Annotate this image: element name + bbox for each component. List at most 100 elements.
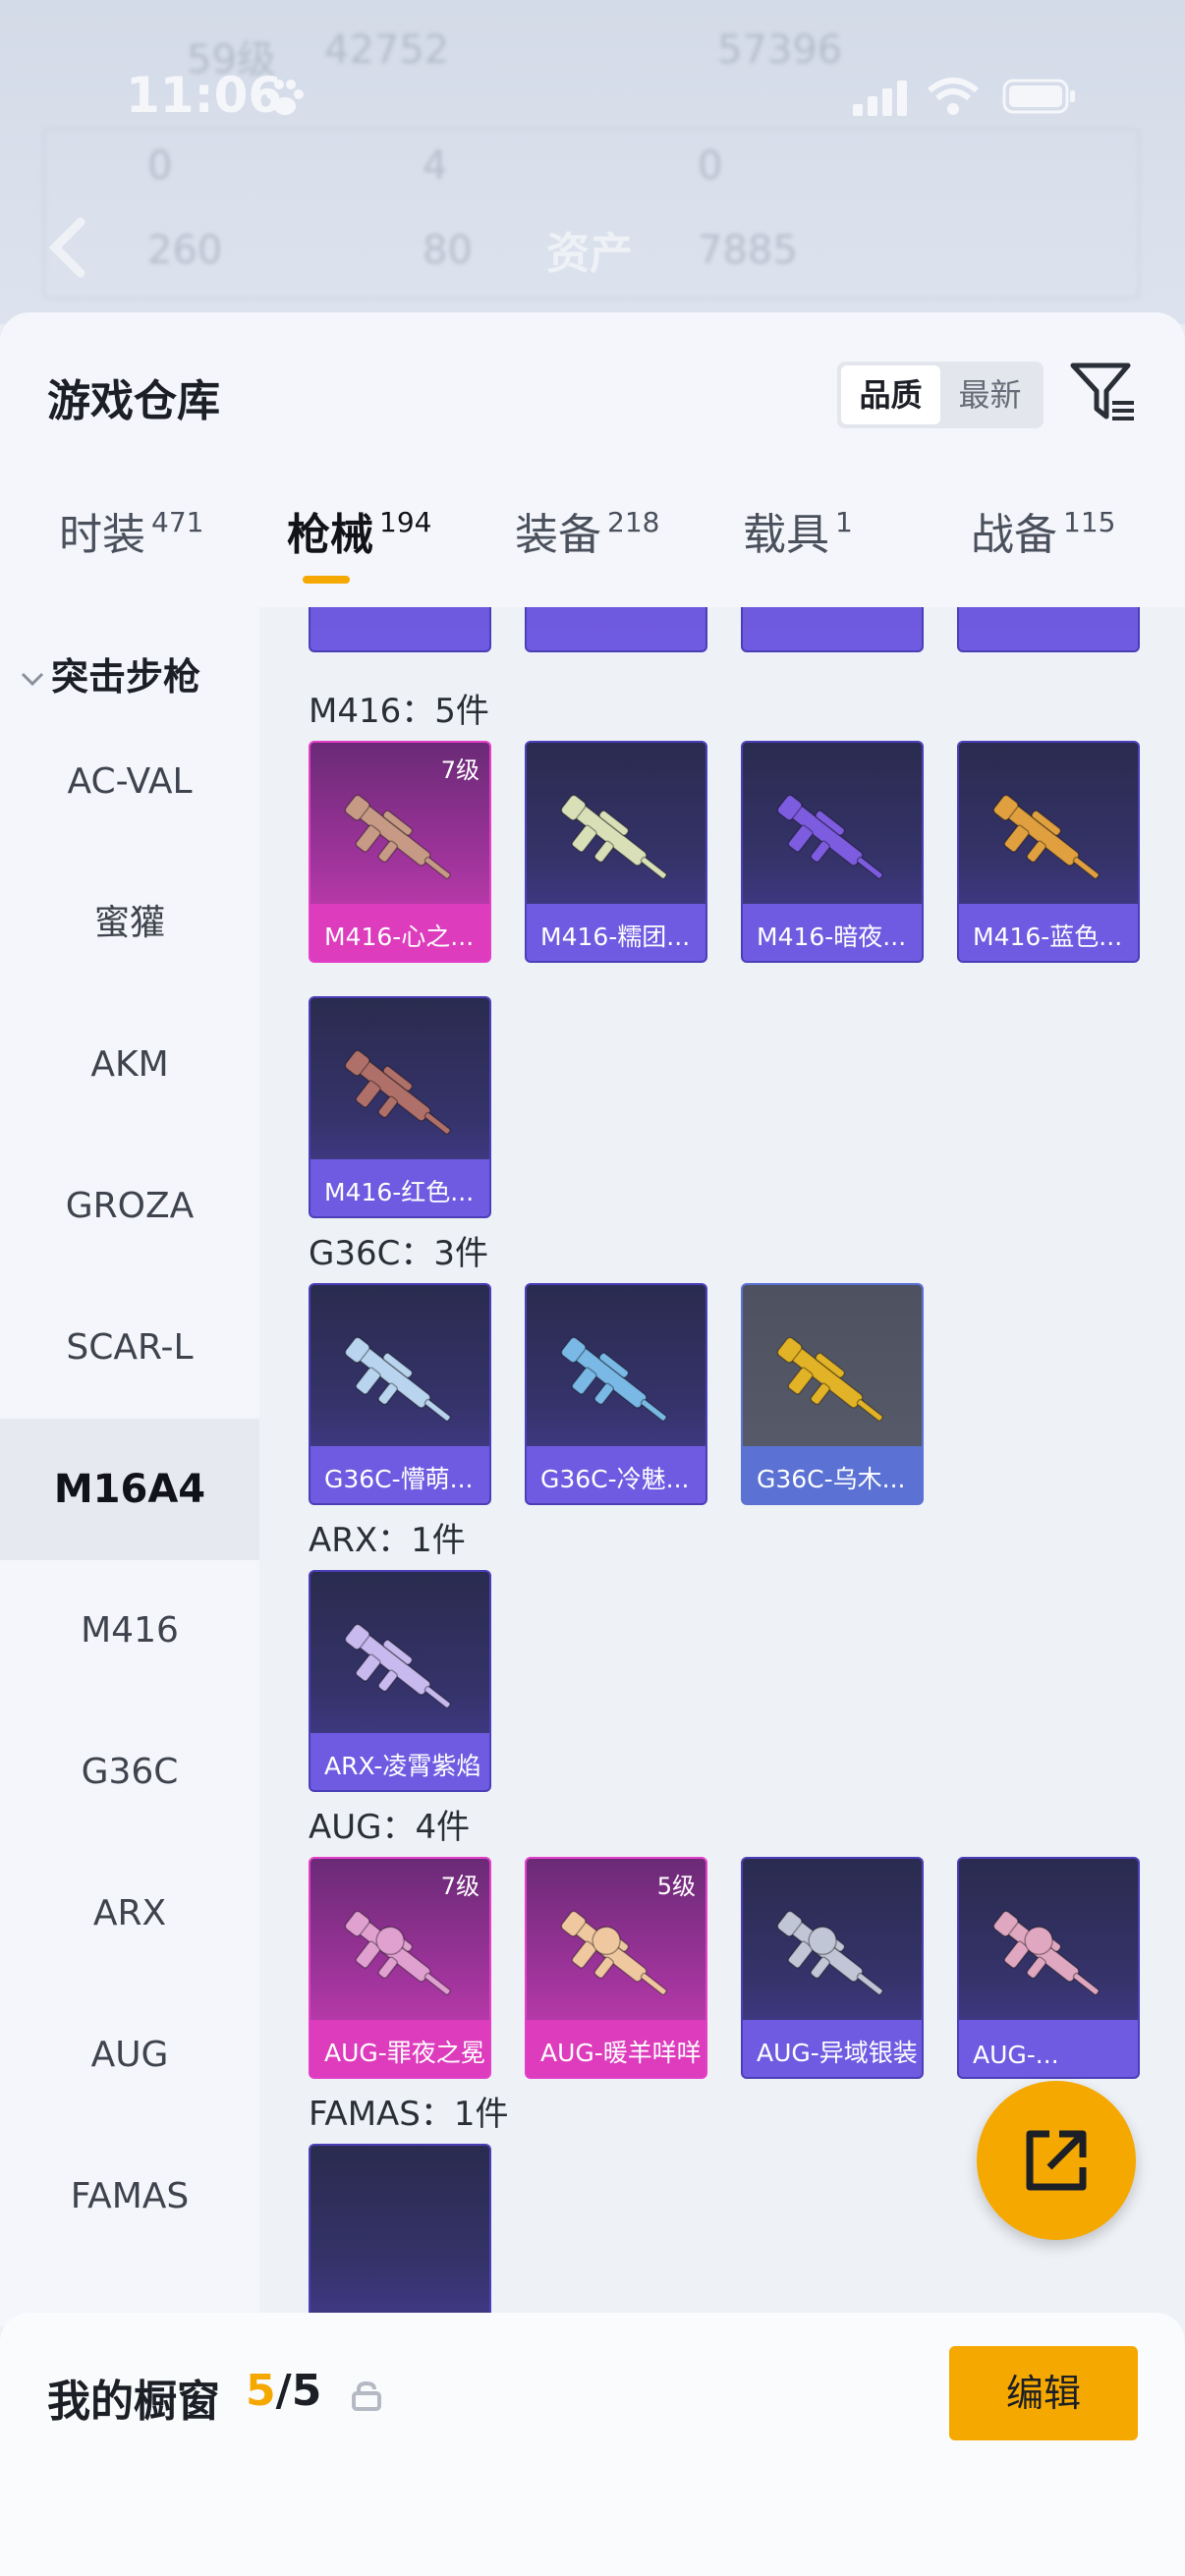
showcase-separator: / [275,2366,292,2416]
back-arrow-icon[interactable] [45,216,92,279]
tab-supplies[interactable]: 战备 115 [971,499,1115,607]
showcase-bar: 我的橱窗 5/5 编辑 [0,2313,1185,2576]
weapon-card[interactable] [741,607,924,652]
weapon-card[interactable]: G36C-冷魅... [525,1283,707,1505]
weapon-card[interactable] [957,607,1140,652]
weapon-image [344,1623,451,1708]
edit-button[interactable]: 编辑 [949,2346,1138,2440]
weapon-type-sidebar: 突击步枪 AC-VAL 蜜獾 AKM GROZA SCAR-L M16A4 M416 G36C… [0,607,259,2326]
weapon-card[interactable]: G36C-乌木... [741,1283,924,1505]
weapon-group-title: G36C：3件 [309,1234,488,1273]
tab-vehicles[interactable]: 载具 1 [743,499,853,607]
lock-icon [352,2381,381,2411]
sidebar-item[interactable]: M416 [0,1560,259,1702]
tab-label: 战备 [971,510,1057,560]
weapon-name: ARX-凌霄紫焰 [324,1752,481,1780]
sidebar-item[interactable]: M16A4 [0,1419,259,1560]
paw-icon [266,80,304,115]
sidebar-item[interactable]: ARX [0,1843,259,1985]
tab-count: 115 [1063,506,1116,538]
bg-stat-3: 0 [698,143,723,189]
weapon-card[interactable]: ARX-凌霄紫焰 [309,1570,491,1792]
card-name-bar [959,607,1138,650]
weapon-image [344,1049,451,1135]
sidebar-item[interactable]: 蜜獾 [0,853,259,994]
tab-active-indicator [303,576,350,584]
tab-count: 218 [607,506,660,538]
weapon-card[interactable]: M416-心之... 7级 [309,741,491,963]
showcase-total: 5 [291,2366,322,2416]
tab-label: 枪械 [287,510,373,560]
weapon-image [560,794,667,879]
tab-label: 装备 [515,510,601,560]
bg-stat-4: 260 [147,228,223,273]
weapon-group-title: FAMAS：1件 [309,2095,509,2134]
weapon-card[interactable]: M416-暗夜... [741,741,924,963]
share-icon [1026,2130,1087,2191]
sidebar-group-header[interactable]: 突击步枪 [20,646,200,700]
weapon-card[interactable] [525,607,707,652]
warehouse-sheet: 游戏仓库 品质 最新 时装 471 枪械 194 装备 218 载具 1 战备 … [0,312,1185,2576]
sidebar-item[interactable]: SCAR-L [0,1277,259,1419]
weapon-card[interactable]: AUG-异域银装 [741,1857,924,2079]
weapon-grid: M416：5件 M416-心之... 7级 M416-糯团... M416-暗夜... M… [259,607,1185,2326]
bg-stat-5: 80 [423,228,473,273]
tab-fashion[interactable]: 时装 471 [59,499,203,607]
weapon-name: AUG-异域银装 [757,2039,918,2067]
bg-stat-1: 0 [147,143,173,189]
showcase-label: 我的橱窗 [47,2377,220,2427]
weapon-image [344,1336,451,1422]
card-name-bar [310,607,489,650]
bg-stat-6: 7885 [698,228,798,273]
weapon-card[interactable]: M416-蓝色... [957,741,1140,963]
sidebar-item[interactable]: AKM [0,994,259,1136]
weapon-name: G36C-乌木... [757,1465,906,1493]
tab-count: 194 [379,506,432,538]
status-time: 11:06 [126,67,283,124]
weapon-name: AUG-... [973,2041,1059,2069]
weapon-card[interactable]: M416-红色... [309,996,491,1218]
sidebar-item[interactable]: AUG [0,1985,259,2126]
share-button[interactable] [977,2081,1136,2240]
sort-toggle: 品质 最新 [837,362,1044,428]
weapon-card[interactable]: AUG-罪夜之冕 7级 [309,1857,491,2079]
sidebar-item[interactable]: G36C [0,1702,259,1843]
card-name-bar [527,607,705,650]
warehouse-header: 游戏仓库 品质 最新 时装 471 枪械 194 装备 218 载具 1 战备 … [0,312,1185,607]
sort-newest-button[interactable]: 最新 [940,365,1040,424]
tab-firearms[interactable]: 枪械 194 [287,499,431,607]
card-name-bar [743,607,922,650]
category-tabs: 时装 471 枪械 194 装备 218 载具 1 战备 115 [0,499,1185,607]
level-badge: 7级 [440,1873,480,1900]
tab-equipment[interactable]: 装备 218 [515,499,659,607]
weapon-image [560,1336,667,1422]
weapon-name: M416-红色... [324,1178,475,1206]
weapon-image [776,1910,883,1995]
weapon-group-title: AUG：4件 [309,1808,471,1847]
weapon-card[interactable]: AUG-... [957,1857,1140,2079]
tab-label: 时装 [59,510,145,560]
weapon-image [560,1910,667,1995]
weapon-image [344,794,451,879]
sidebar-item[interactable]: AC-VAL [0,711,259,853]
chevron-down-icon [21,672,44,686]
signal-icon [853,81,907,116]
showcase-current: 5 [246,2366,276,2416]
weapon-name: G36C-懵萌... [324,1465,474,1493]
weapon-name: M416-糯团... [540,923,691,951]
weapon-image [992,1910,1100,1995]
weapon-card[interactable]: M416-糯团... [525,741,707,963]
weapon-card[interactable]: AUG-暖羊咩咩 5级 [525,1857,707,2079]
weapon-group-title: ARX：1件 [309,1521,466,1560]
sort-quality-button[interactable]: 品质 [841,365,940,424]
header-title: 资产 [546,229,633,279]
weapon-card[interactable] [309,607,491,652]
warehouse-title: 游戏仓库 [47,376,220,426]
weapon-card[interactable] [309,2144,491,2326]
weapon-image [776,794,883,879]
sidebar-item[interactable]: FAMAS [0,2126,259,2268]
weapon-name: AUG-罪夜之冕 [324,2039,485,2067]
weapon-card[interactable]: G36C-懵萌... [309,1283,491,1505]
filter-icon[interactable] [1069,360,1138,424]
sidebar-item[interactable]: GROZA [0,1136,259,1277]
